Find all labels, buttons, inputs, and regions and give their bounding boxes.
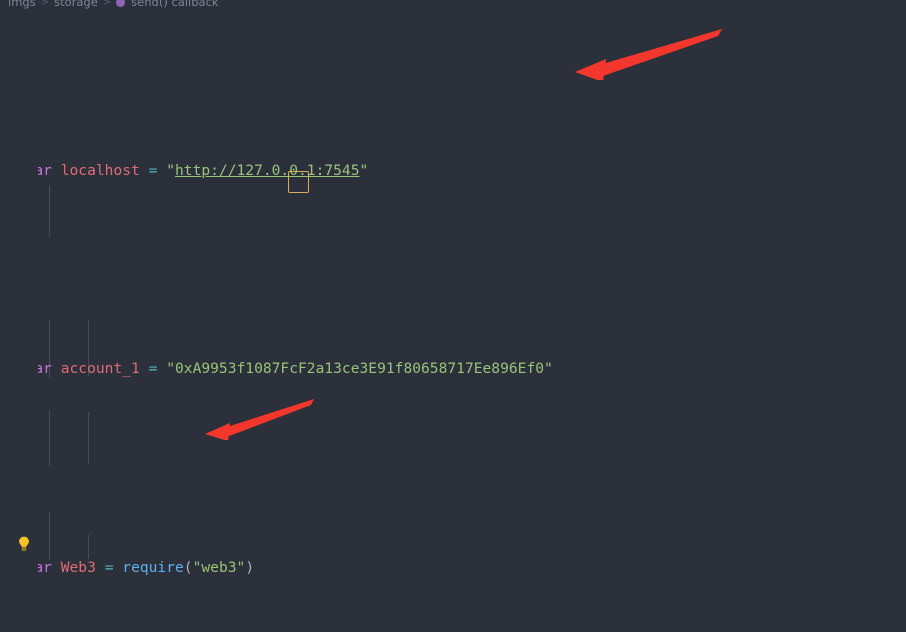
code-line-1[interactable]: var localhost = "http://127.0.0.1:7545" xyxy=(0,159,906,184)
breadcrumb-item-1[interactable]: storage xyxy=(54,0,98,9)
code-area[interactable]: var localhost = "http://127.0.0.1:7545" … xyxy=(0,0,906,632)
purple-method-icon xyxy=(116,0,126,7)
lightbulb-icon[interactable] xyxy=(17,536,31,552)
breadcrumb-item-2[interactable]: send() callback xyxy=(131,0,218,9)
code-line-3[interactable]: var account_1 = "0xA9953f1087FcF2a13ce3E… xyxy=(0,357,906,382)
web3-module-name: web3 xyxy=(201,558,237,576)
code-editor-window: imgs > storage > send() callback var loc… xyxy=(0,0,906,632)
code-line-top-clip xyxy=(0,74,906,84)
bracket-match-highlight xyxy=(288,171,309,193)
account-address: 0xA9953f1087FcF2a13ce3E91f80658717Ee896E… xyxy=(175,360,545,378)
breadcrumb-separator: > xyxy=(40,0,50,8)
code-line-2[interactable] xyxy=(0,258,906,283)
breadcrumb[interactable]: imgs > storage > send() callback xyxy=(8,0,219,10)
code-line-4[interactable] xyxy=(0,456,906,481)
localhost-url: http://127.0.0.1:7545 xyxy=(175,161,360,179)
breadcrumb-separator: > xyxy=(102,0,112,8)
code-line-5[interactable]: var Web3 = require("web3") xyxy=(0,556,906,581)
breadcrumb-item-0[interactable]: imgs xyxy=(8,0,36,9)
